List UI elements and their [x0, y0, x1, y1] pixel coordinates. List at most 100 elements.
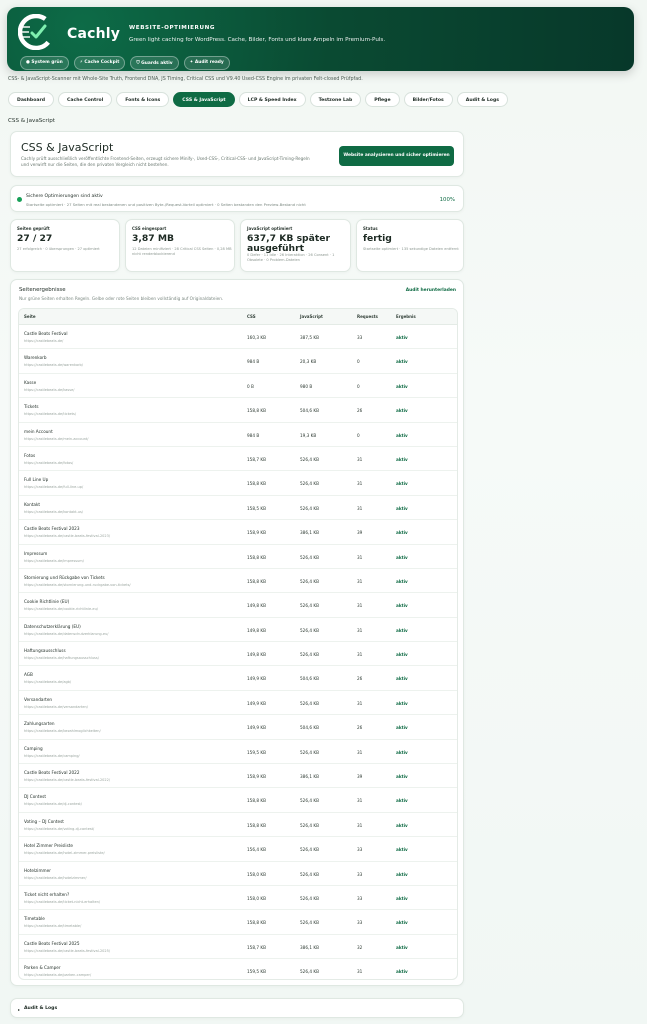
table-row[interactable]: Cookie Richtlinie (EU) https://castlebeat… [19, 593, 457, 618]
table-row[interactable]: Parken & Camper https://castlebeats.de/pa… [19, 959, 457, 979]
table-row[interactable]: Fotos https://castlebeats.de/fotos/158,7 … [19, 447, 457, 472]
table-row[interactable]: Full Line Up https://castlebeats.de/full-… [19, 471, 457, 496]
stat-note: Startseite optimiert · 135 sekundige Dat… [363, 247, 459, 251]
tab-8[interactable]: Audit & Logs [456, 92, 508, 107]
table-row[interactable]: Castle Beats Festival https://castlebeats… [19, 325, 457, 350]
request-count: 26 [357, 676, 363, 682]
css-size: 159,5 KB [247, 749, 266, 755]
tab-3[interactable]: CSS & JavaScript [173, 92, 235, 107]
cachly-logo-icon [18, 14, 55, 50]
table-row[interactable]: Voting – DJ Contest https://castlebeats.d… [19, 813, 457, 838]
result-status: aktiv [396, 481, 408, 487]
audit-logs-toggle[interactable]: ▸ Audit & Logs [10, 998, 464, 1018]
table-row[interactable]: AGB https://castlebeats.de/agb/149,9 KB 50… [19, 666, 457, 691]
tab-4[interactable]: LCP & Speed Index [238, 92, 306, 107]
page-name: Hotelzimmer [24, 867, 51, 873]
hero-button-2[interactable]: ⚡ Cache Cockpit [73, 56, 126, 70]
page-url: https://castlebeats.de/hotelzimmer/ [24, 875, 87, 880]
page-name: Full Line Up [24, 477, 49, 483]
js-size: 526,4 KB [300, 871, 319, 877]
audit-download-link[interactable]: Audit herunterladen [406, 288, 456, 293]
page-url: https://castlebeats.de/hotel-zimmer-prei… [24, 851, 105, 856]
results-subtitle: Nur grüne Seiten erhalten Regeln. Gelbe … [19, 296, 224, 301]
css-size: 158,0 KB [247, 895, 266, 901]
page-name: Tickets [24, 404, 39, 410]
page-name: AGB [24, 672, 33, 678]
css-size: 158,5 KB [247, 505, 266, 511]
stat-label: Status [363, 226, 378, 231]
tab-7[interactable]: Bilder/Fotos [403, 92, 453, 107]
table-row[interactable]: mein Account https://castlebeats.de/mein-… [19, 423, 457, 447]
tab-6[interactable]: Pflege [365, 92, 400, 107]
request-count: 31 [357, 456, 363, 462]
hero-button-1[interactable]: ● System grün [20, 56, 69, 70]
request-count: 31 [357, 627, 363, 633]
css-size: 158,9 KB [247, 530, 266, 536]
js-size: 526,4 KB [300, 627, 319, 633]
page-url: https://castlebeats.de/datenschutzerklar… [24, 631, 109, 636]
hero-button-label: System grün [31, 60, 63, 65]
js-size: 526,4 KB [300, 578, 319, 584]
table-row[interactable]: Kontakt https://castlebeats.de/kontakt-us… [19, 496, 457, 521]
tab-0[interactable]: Dashboard [8, 92, 55, 107]
hero-button-3[interactable]: ⛉ Guards aktiv [130, 56, 179, 70]
hero-button-4[interactable]: ✦ Audit ready [183, 56, 230, 70]
main-tabs: Dashboard Cache Control Fonts & Icons CSS &… [8, 92, 508, 107]
stat-label: JavaScript optimiert [247, 226, 293, 231]
table-row[interactable]: DJ Contest https://castlebeats.de/dj-cont… [19, 788, 457, 813]
page-url: https://castlebeats.de/timetable/ [24, 924, 82, 929]
table-row[interactable]: Stornierung und Rückgabe von Tickets http… [19, 569, 457, 594]
hero-button-label: Guards aktiv [141, 61, 173, 66]
page-url: https://castlebeats.de/impressum/ [24, 558, 84, 563]
tab-2[interactable]: Fonts & Icons [116, 92, 170, 107]
css-size: 0 B [247, 383, 254, 389]
page-name: Timetable [24, 916, 45, 922]
result-status: aktiv [396, 578, 408, 584]
js-size: 386,1 KB [300, 530, 319, 536]
page-name: Castle Beats Festival 2022 [24, 770, 80, 776]
tab-5[interactable]: Testzone Lab [309, 92, 362, 107]
table-row[interactable]: Kasse https://castlebeats.de/kasse/0 B 980… [19, 374, 457, 399]
column-header: Requests [357, 314, 378, 319]
result-status: aktiv [396, 359, 408, 365]
page-url: https://castlebeats.de/haftungsausschlus… [24, 656, 99, 661]
hero-tag: WEBSITE-OPTIMIERUNG [129, 25, 216, 31]
page-name: Zahlungsarten [24, 721, 55, 727]
page-name: Haftungsausschluss [24, 648, 66, 654]
request-count: 0 [357, 359, 360, 365]
js-size: 526,4 KB [300, 798, 319, 804]
page-url: https://castlebeats.de/ [24, 339, 64, 343]
audit-logs-label: Audit & Logs [24, 1006, 58, 1011]
css-size: 149,8 KB [247, 652, 266, 658]
css-size: 149,8 KB [247, 627, 266, 633]
table-row[interactable]: Hotel Zimmer Preisliste https://castlebea… [19, 837, 457, 862]
stat-card-3: JavaScript optimiert 637,7 KB später ausg… [240, 219, 351, 272]
js-size: 980 B [300, 383, 313, 389]
bolt-icon: ⚡ [79, 60, 83, 65]
table-row[interactable]: Tickets https://castlebeats.de/tickets/15… [19, 398, 457, 423]
table-row[interactable]: Haftungsausschluss https://castlebeats.de… [19, 642, 457, 667]
request-count: 31 [357, 700, 363, 706]
js-size: 386,1 KB [300, 944, 319, 950]
table-row[interactable]: Castle Beats Festival 2025 https://castle… [19, 935, 457, 960]
request-count: 0 [357, 432, 360, 438]
tab-1[interactable]: Cache Control [58, 92, 113, 107]
table-row[interactable]: Versandarten https://castlebeats.de/versa… [19, 691, 457, 716]
stat-value: 27 / 27 [17, 233, 53, 244]
table-row[interactable]: Impressum https://castlebeats.de/impressu… [19, 545, 457, 569]
table-row[interactable]: Datenschutzerklärung (EU) https://castleb… [19, 618, 457, 643]
stat-card-4: Status fertig Startseite optimiert · 135 s… [356, 219, 464, 272]
table-row[interactable]: Camping https://castlebeats.de/camping/15… [19, 740, 457, 765]
table-row[interactable]: Warenkorb https://castlebeats.de/warenkor… [19, 349, 457, 374]
request-count: 31 [357, 554, 363, 560]
table-row[interactable]: Timetable https://castlebeats.de/timetabl… [19, 910, 457, 935]
table-row[interactable]: Ticket nicht erhalten? https://castlebeat… [19, 886, 457, 911]
table-row[interactable]: Zahlungsarten https://castlebeats.de/beza… [19, 715, 457, 740]
analyze-optimize-button[interactable]: Website analysieren und sicher optimiere… [339, 146, 454, 166]
table-row[interactable]: Castle Beats Festival 2022 https://castle… [19, 764, 457, 789]
page-name: Datenschutzerklärung (EU) [24, 623, 81, 629]
table-row[interactable]: Castle Beats Festival 2023 https://castle… [19, 520, 457, 545]
table-row[interactable]: Hotelzimmer https://castlebeats.de/hotelz… [19, 862, 457, 886]
page-name: Ticket nicht erhalten? [24, 891, 70, 897]
css-size: 984 B [247, 359, 260, 365]
